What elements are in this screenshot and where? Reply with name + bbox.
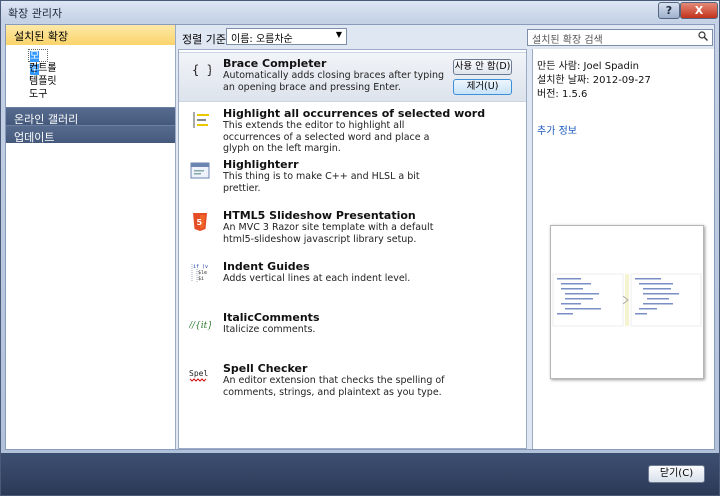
nav-online-gallery[interactable]: 온라인 갤러리	[6, 107, 175, 126]
extension-name: ItalicComments	[223, 311, 320, 324]
extension-description: This thing is to make C++ and HLSL a bit…	[223, 171, 420, 194]
chevron-down-icon: ▼	[335, 30, 342, 39]
list-item[interactable]: //{it} ItalicComments Italicize comments…	[179, 307, 526, 357]
nav-panel: 설치된 확장 모두 컨트롤 템플릿 도구 온라인 갤러리 업데이트	[6, 25, 176, 449]
list-item[interactable]: Spel Spell Checker An editor extension t…	[179, 358, 526, 408]
extension-name: Highlighterr	[223, 158, 299, 171]
html5-icon: 5	[193, 213, 207, 231]
list-item[interactable]: Highlighterr This thing is to make C++ a…	[179, 154, 526, 204]
remove-button[interactable]: 제거(U)	[453, 79, 512, 95]
preview-image	[550, 225, 704, 379]
highlight-icon	[193, 112, 209, 128]
extension-name: Spell Checker	[223, 362, 308, 375]
install-date-value: 2012-09-27	[592, 75, 651, 86]
nav-sub-list: 모두 컨트롤 템플릿 도구	[6, 45, 175, 101]
extension-description: An editor extension that checks the spel…	[223, 375, 445, 398]
nav-sub-controls[interactable]: 컨트롤	[28, 62, 68, 75]
version-value: 1.5.6	[561, 89, 588, 100]
search-icon	[698, 31, 708, 41]
extension-manager-window: 확장 관리자 ? X 설치된 확장 모두 컨트롤 템플릿 도구 온라인 갤러리 …	[0, 0, 720, 496]
window-icon	[190, 162, 210, 179]
version-label: 버전:	[537, 89, 559, 100]
svg-text://{it}: //{it}	[189, 321, 211, 331]
author-row: 만든 사람: Joel Spadin	[537, 57, 639, 72]
extension-description: Italicize comments.	[223, 324, 316, 335]
details-pane: 만든 사람: Joel Spadin 설치한 날짜: 2012-09-27 버전…	[532, 49, 714, 449]
extension-list: { } Brace Completer Automatically adds c…	[178, 49, 527, 449]
footer-bar	[1, 453, 719, 495]
list-item[interactable]: 5 HTML5 Slideshow Presentation An MVC 3 …	[179, 205, 526, 255]
svg-text:$i: $i	[198, 276, 204, 282]
indent-icon: if (v $le $i	[191, 264, 208, 282]
close-button[interactable]: 닫기(C)	[648, 465, 705, 483]
title-bar: 확장 관리자 ? X	[1, 1, 719, 23]
nav-updates[interactable]: 업데이트	[6, 125, 175, 144]
more-info-link[interactable]: 추가 정보	[537, 122, 577, 137]
disable-button[interactable]: 사용 안 함(D)	[453, 59, 512, 75]
italic-comment-icon: //{it}	[189, 321, 211, 331]
extension-description: Automatically adds closing braces after …	[223, 70, 445, 93]
extension-name: HTML5 Slideshow Presentation	[223, 209, 416, 222]
sort-value: 이름: 오름차순	[231, 34, 293, 45]
help-button[interactable]: ?	[658, 2, 680, 19]
search-input[interactable]: 설치된 확장 검색	[527, 29, 713, 46]
search-placeholder: 설치된 확장 검색	[532, 35, 603, 46]
list-item[interactable]: if (v $le $i Indent Guides Adds vertical…	[179, 256, 526, 306]
install-date-row: 설치한 날짜: 2012-09-27	[537, 71, 651, 86]
version-row: 버전: 1.5.6	[537, 85, 587, 100]
client-area: 설치된 확장 모두 컨트롤 템플릿 도구 온라인 갤러리 업데이트 정렬 기준:…	[5, 24, 715, 450]
spell-icon: Spel	[189, 369, 208, 382]
extension-description: An MVC 3 Razor site template with a defa…	[223, 222, 434, 245]
nav-sub-all[interactable]: 모두	[28, 49, 48, 75]
sort-label: 정렬 기준:	[182, 33, 230, 46]
svg-text:5: 5	[197, 218, 203, 227]
list-item[interactable]: Highlight all occurrences of selected wo…	[179, 103, 526, 154]
extension-description: Adds vertical lines at each indent level…	[223, 273, 411, 284]
sort-dropdown[interactable]: 이름: 오름차순 ▼	[226, 28, 347, 45]
list-item[interactable]: { } Brace Completer Automatically adds c…	[179, 52, 526, 102]
extension-name: Indent Guides	[223, 260, 310, 273]
nav-sub-tools[interactable]: 도구	[28, 88, 68, 101]
close-window-button[interactable]: X	[680, 2, 718, 19]
svg-text:Spel: Spel	[189, 369, 208, 378]
nav-installed-extensions[interactable]: 설치된 확장	[6, 25, 175, 45]
braces-icon: { }	[192, 63, 211, 77]
extension-description: This extends the editor to highlight all…	[223, 120, 430, 154]
code-preview-graphic	[552, 273, 702, 327]
window-title: 확장 관리자	[8, 7, 63, 20]
extension-name: Brace Completer	[223, 57, 327, 70]
extension-name: Highlight all occurrences of selected wo…	[223, 107, 486, 120]
svg-text:{ }: { }	[192, 63, 211, 77]
nav-sub-templates[interactable]: 템플릿	[28, 75, 68, 88]
